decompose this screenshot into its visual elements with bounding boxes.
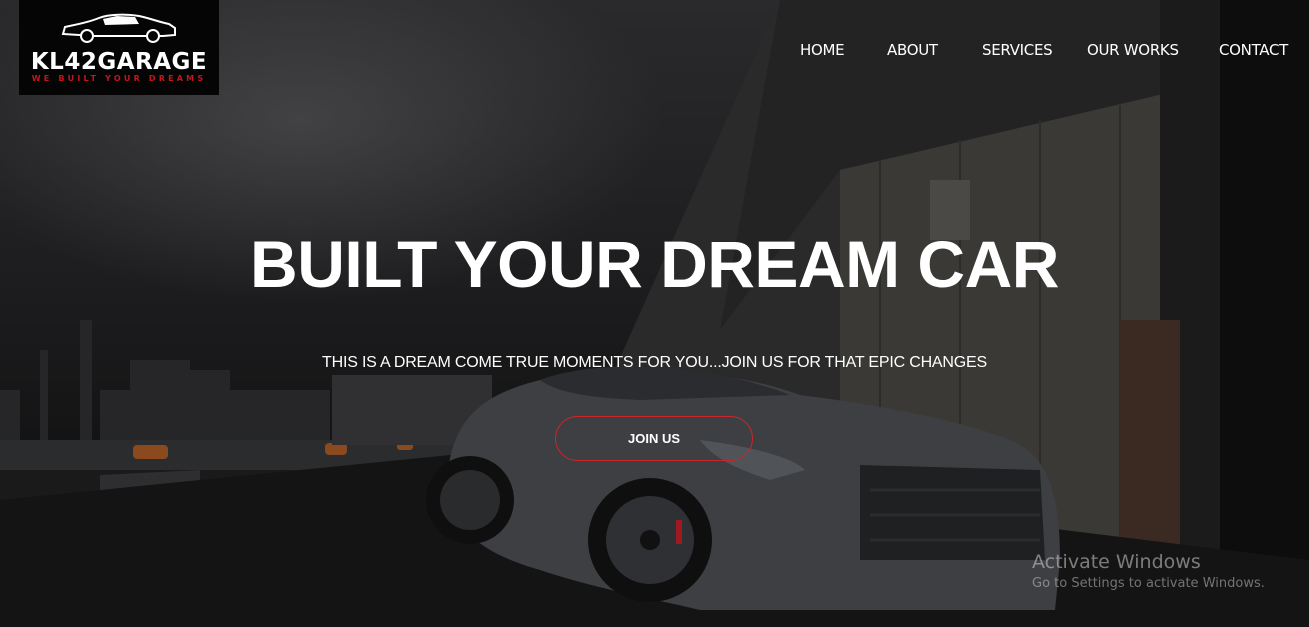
nav-home-link[interactable]: HOME: [800, 41, 845, 59]
hero-headline: BUILT YOUR DREAM CAR: [250, 227, 1059, 301]
nav-about-link[interactable]: ABOUT: [887, 41, 938, 59]
nav-our-works-link[interactable]: OUR WORKS: [1087, 41, 1179, 59]
hero-section: KL42GARAGE WE BUILT YOUR DREAMS HOME ABO…: [0, 0, 1309, 627]
logo-name: KL42GARAGE: [30, 49, 208, 75]
site-logo[interactable]: KL42GARAGE WE BUILT YOUR DREAMS: [19, 0, 219, 95]
activate-windows-title: Activate Windows: [1032, 551, 1201, 573]
activate-windows-subtitle: Go to Settings to activate Windows.: [1032, 576, 1265, 591]
logo-tagline: WE BUILT YOUR DREAMS: [31, 74, 207, 83]
hero-subline: THIS IS A DREAM COME TRUE MOMENTS FOR YO…: [322, 354, 987, 371]
car-silhouette-icon: [61, 13, 176, 43]
join-us-button[interactable]: JOIN US: [555, 416, 753, 461]
nav-contact-link[interactable]: CONTACT: [1219, 41, 1288, 59]
nav-services-link[interactable]: SERVICES: [982, 41, 1053, 59]
